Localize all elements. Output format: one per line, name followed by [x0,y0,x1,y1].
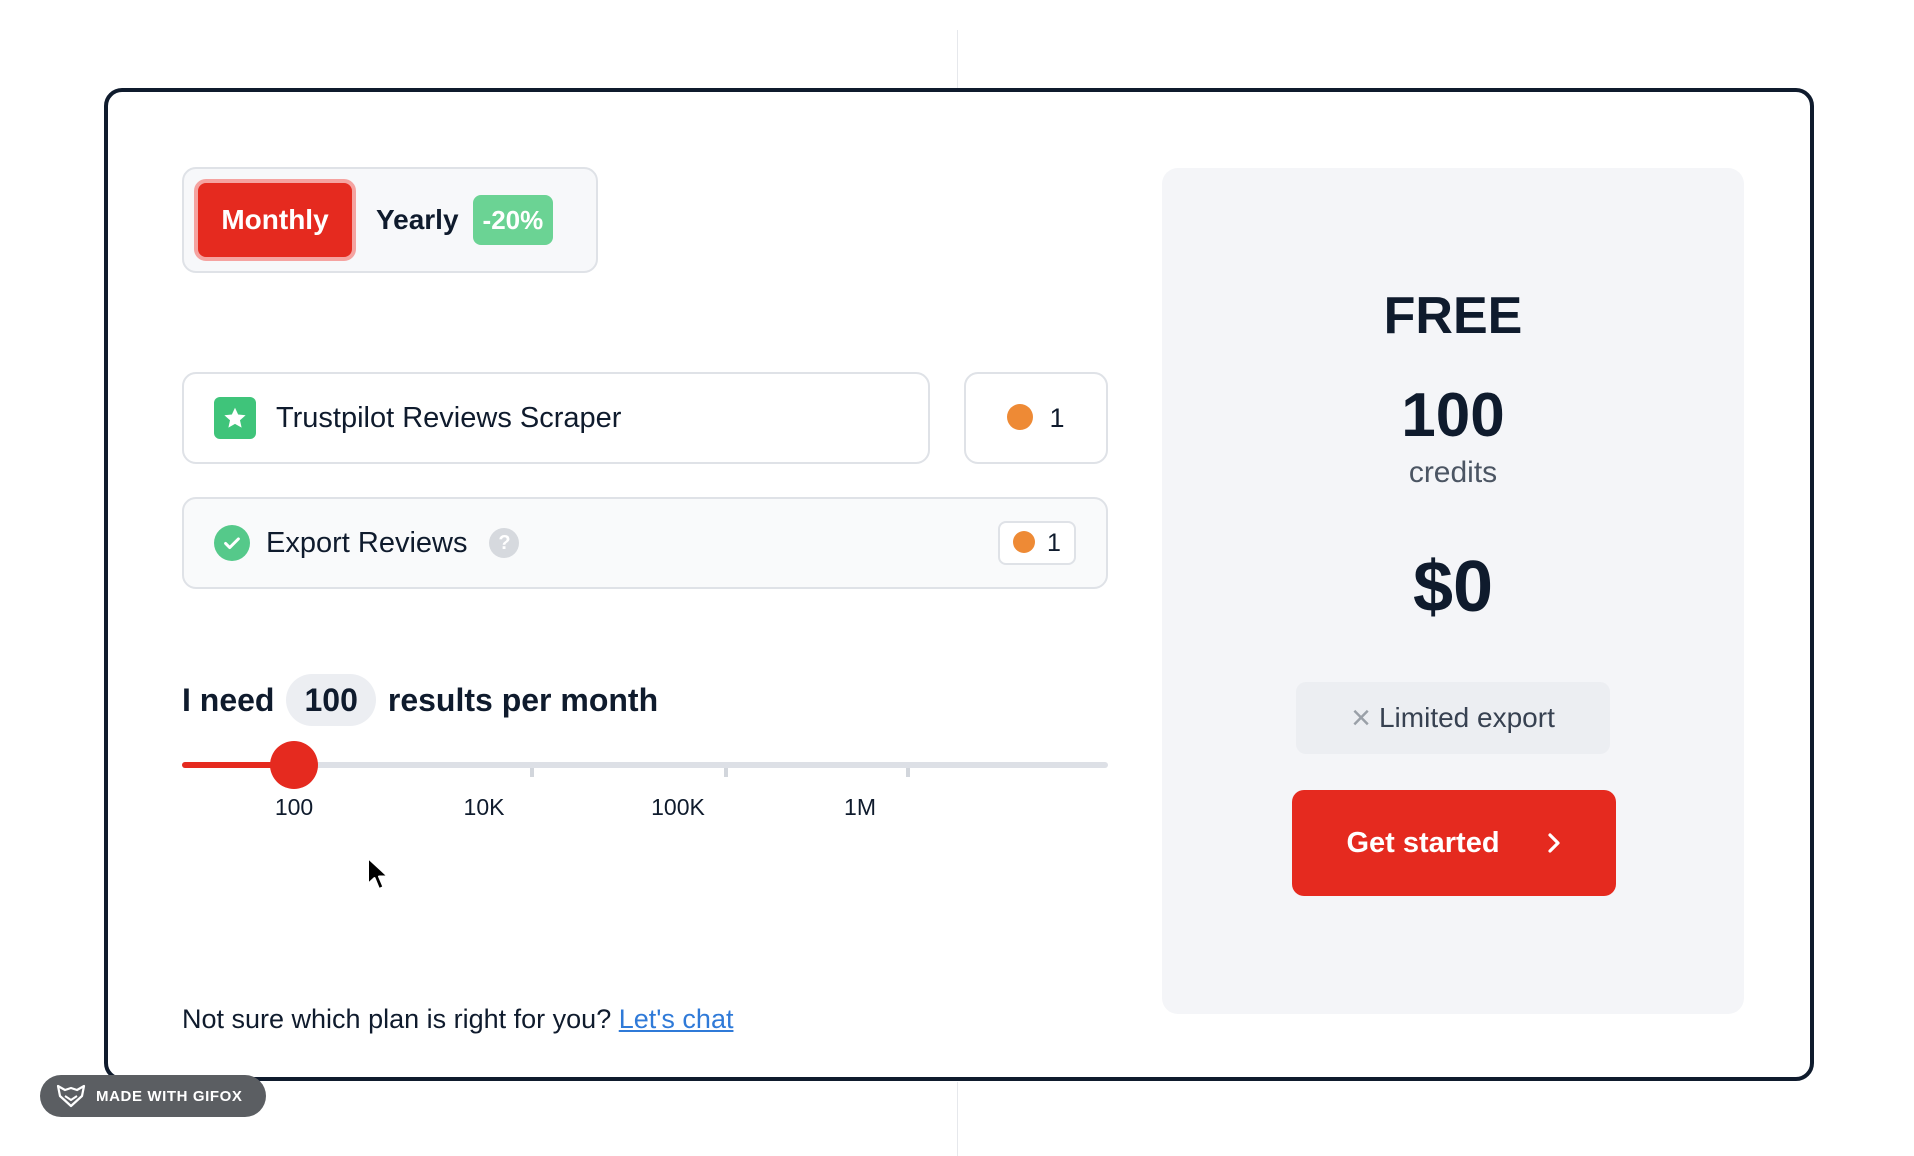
results-prefix: I need [182,681,275,718]
export-reviews-label: Export Reviews [266,526,468,559]
x-icon: × [1351,699,1371,737]
plan-credits: 100 [1401,381,1505,450]
yearly-discount-badge: -20% [472,195,554,245]
help-text: Not sure which plan is right for you? [182,1004,612,1034]
plan-feature-label: Limited export [1378,702,1555,733]
slider-tick-label[interactable]: 100K [651,794,705,821]
plan-name: FREE [1383,287,1523,345]
get-started-label: Get started [1346,826,1500,859]
results-value-pill[interactable]: 100 [286,674,376,726]
yearly-button[interactable]: Yearly -20% [376,195,554,245]
export-credit-value: 1 [1047,528,1061,557]
gifox-watermark: MADE WITH GIFOX [40,1075,266,1117]
results-suffix: results per month [387,681,659,718]
slider-tick [906,768,910,777]
actor-name: Trustpilot Reviews Scraper [276,401,622,434]
page: Monthly Yearly -20% Trustpilot Reviews S… [0,0,1914,1156]
plan-credits-unit: credits [1408,456,1498,489]
billing-toggle: Monthly Yearly -20% [182,167,598,273]
actor-credit-cost: 1 [964,372,1108,464]
help-icon[interactable]: ? [489,528,520,558]
slider-tick-label[interactable]: 1M [844,794,876,821]
fox-logo-icon [56,1084,86,1108]
slider-tick [724,768,728,777]
plan-price: $0 [1412,547,1494,627]
guide-line-bottom [957,1082,958,1156]
chevron-right-icon [1547,833,1560,853]
coin-icon [1013,531,1039,555]
monthly-label: Monthly [221,204,329,235]
yearly-label: Yearly [376,204,459,235]
check-circle-icon [214,525,250,561]
watermark-text: MADE WITH GIFOX [96,1087,243,1105]
coin-icon [1007,404,1038,432]
slider-track[interactable] [182,762,1108,768]
get-started-button[interactable]: Get started [1292,790,1616,896]
results-sentence: I need 100 results per month [182,674,658,726]
slider-thumb[interactable] [270,741,318,789]
monthly-button[interactable]: Monthly [194,179,356,261]
actor-credit-value: 1 [1049,402,1065,433]
guide-line-top [957,30,958,88]
export-reviews-option[interactable]: Export Reviews ? 1 [182,497,1108,589]
pricing-calculator-card: Monthly Yearly -20% Trustpilot Reviews S… [104,88,1814,1081]
mouse-cursor-icon [367,857,389,890]
help-line: Not sure which plan is right for you? Le… [182,1004,733,1035]
slider-tick-label[interactable]: 100 [275,794,313,821]
plan-feature: × Limited export [1296,682,1610,754]
lets-chat-link[interactable]: Let's chat [619,1004,734,1034]
plan-summary-panel: FREE 100 credits $0 × Limited export Get… [1162,168,1744,1014]
results-slider[interactable]: 100 10K 100K 1M [182,732,1108,822]
actor-select[interactable]: Trustpilot Reviews Scraper [182,372,930,464]
slider-tick [530,768,534,777]
star-icon [214,397,256,439]
slider-tick-label[interactable]: 10K [464,794,505,821]
export-credit-cost: 1 [998,521,1076,565]
